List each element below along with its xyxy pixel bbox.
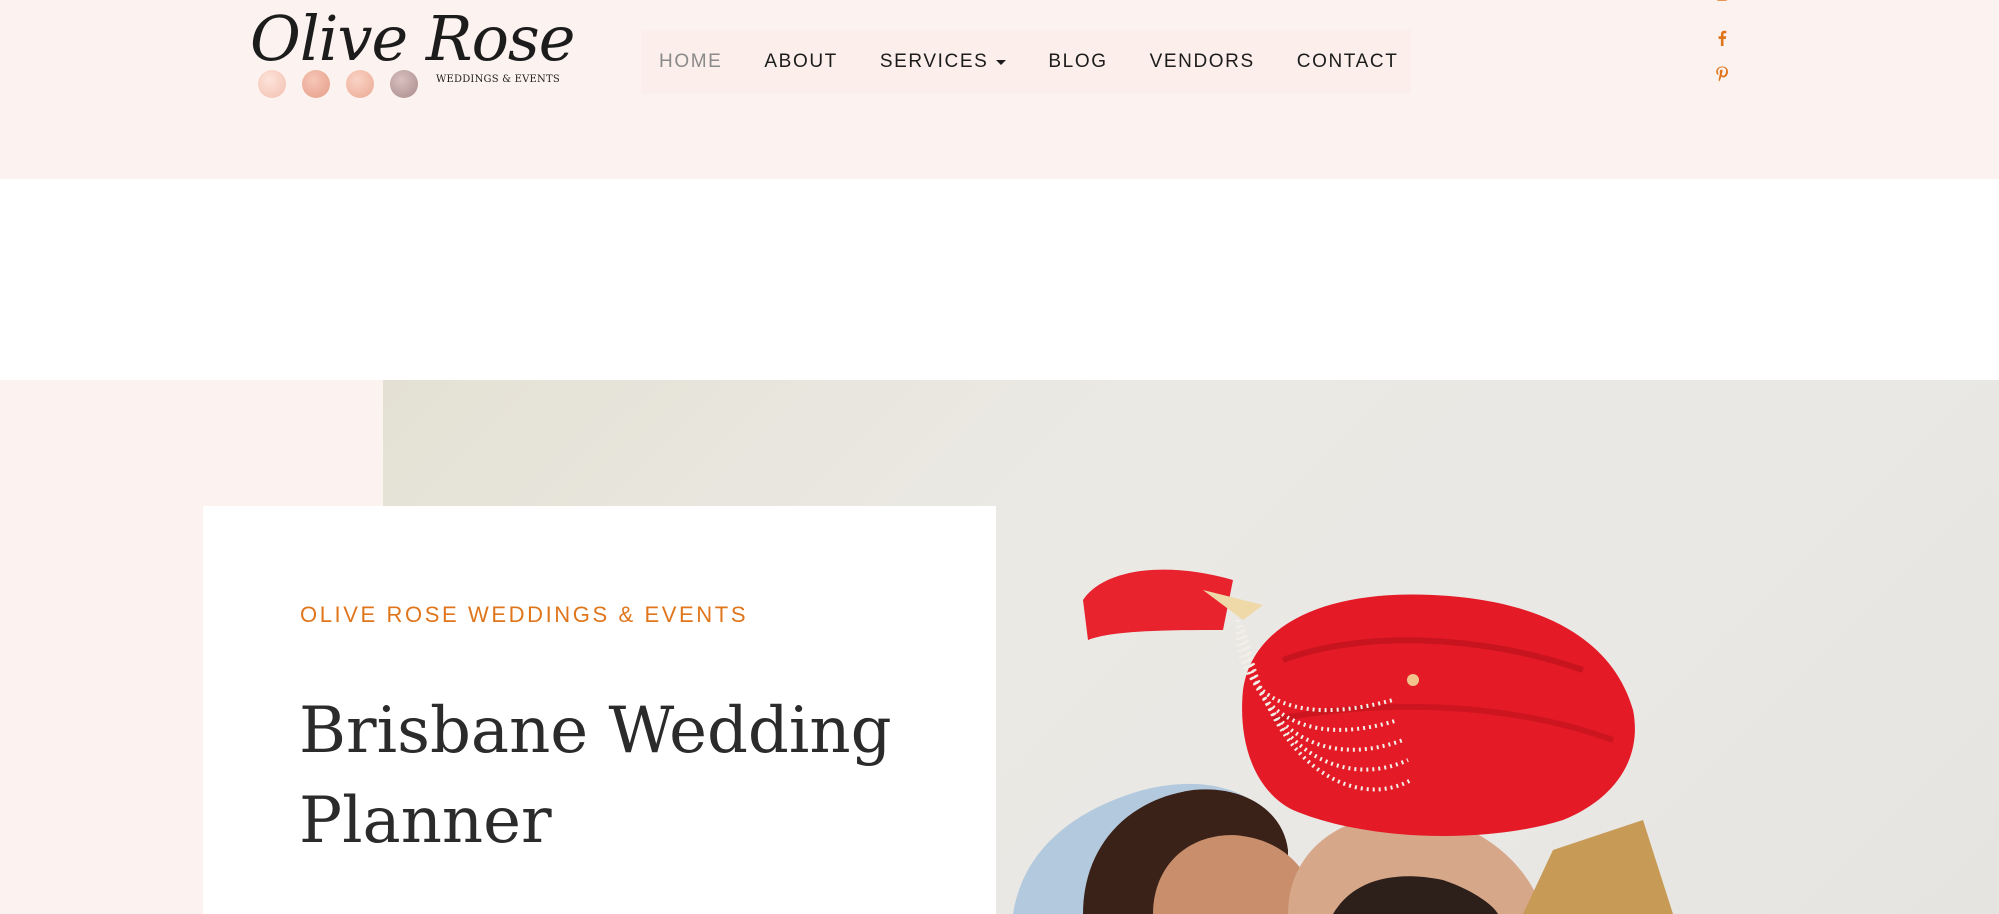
nav-services[interactable]: SERVICES xyxy=(880,51,1007,73)
pinterest-icon[interactable] xyxy=(1712,64,1732,84)
logo[interactable]: Olive Rose WEDDINGS & EVENTS xyxy=(250,2,575,102)
sherwani-collar-shape xyxy=(1523,820,1673,914)
logo-dot xyxy=(346,70,374,98)
nav-home-label: HOME xyxy=(659,51,723,72)
logo-wordmark: Olive Rose xyxy=(250,2,575,75)
site-header: Olive Rose WEDDINGS & EVENTS HOME ABOUT … xyxy=(0,0,1999,179)
nav-contact-label: CONTACT xyxy=(1296,51,1399,72)
turban-plume-shape xyxy=(1083,569,1233,640)
nav-contact[interactable]: CONTACT xyxy=(1297,51,1399,73)
nav-vendors[interactable]: VENDORS xyxy=(1150,51,1255,73)
logo-dots xyxy=(258,70,418,102)
logo-dot xyxy=(390,70,418,98)
logo-dot xyxy=(258,70,286,98)
nav-blog-label: BLOG xyxy=(1048,51,1108,72)
turban-brooch xyxy=(1407,674,1419,686)
instagram-icon[interactable] xyxy=(1712,0,1732,12)
nav-vendors-label: VENDORS xyxy=(1149,51,1255,72)
nav-about[interactable]: ABOUT xyxy=(764,51,837,73)
nav-about-label: ABOUT xyxy=(764,51,838,72)
hero-title: Brisbane Wedding Planner xyxy=(299,694,892,858)
hero-eyebrow: OLIVE ROSE WEDDINGS & EVENTS xyxy=(300,602,749,627)
main-nav: HOME ABOUT SERVICES BLOG VENDORS CONTACT xyxy=(641,30,1411,94)
social-links xyxy=(1712,0,1732,100)
caret-down-icon xyxy=(996,59,1007,65)
facebook-icon[interactable] xyxy=(1712,28,1732,48)
nav-blog[interactable]: BLOG xyxy=(1048,51,1107,73)
logo-tagline: WEDDINGS & EVENTS xyxy=(436,74,560,85)
hero-card: OLIVE ROSE WEDDINGS & EVENTS Brisbane We… xyxy=(203,506,996,914)
nav-home[interactable]: HOME xyxy=(659,51,722,73)
nav-services-label: SERVICES xyxy=(879,51,989,72)
logo-dot xyxy=(302,70,330,98)
